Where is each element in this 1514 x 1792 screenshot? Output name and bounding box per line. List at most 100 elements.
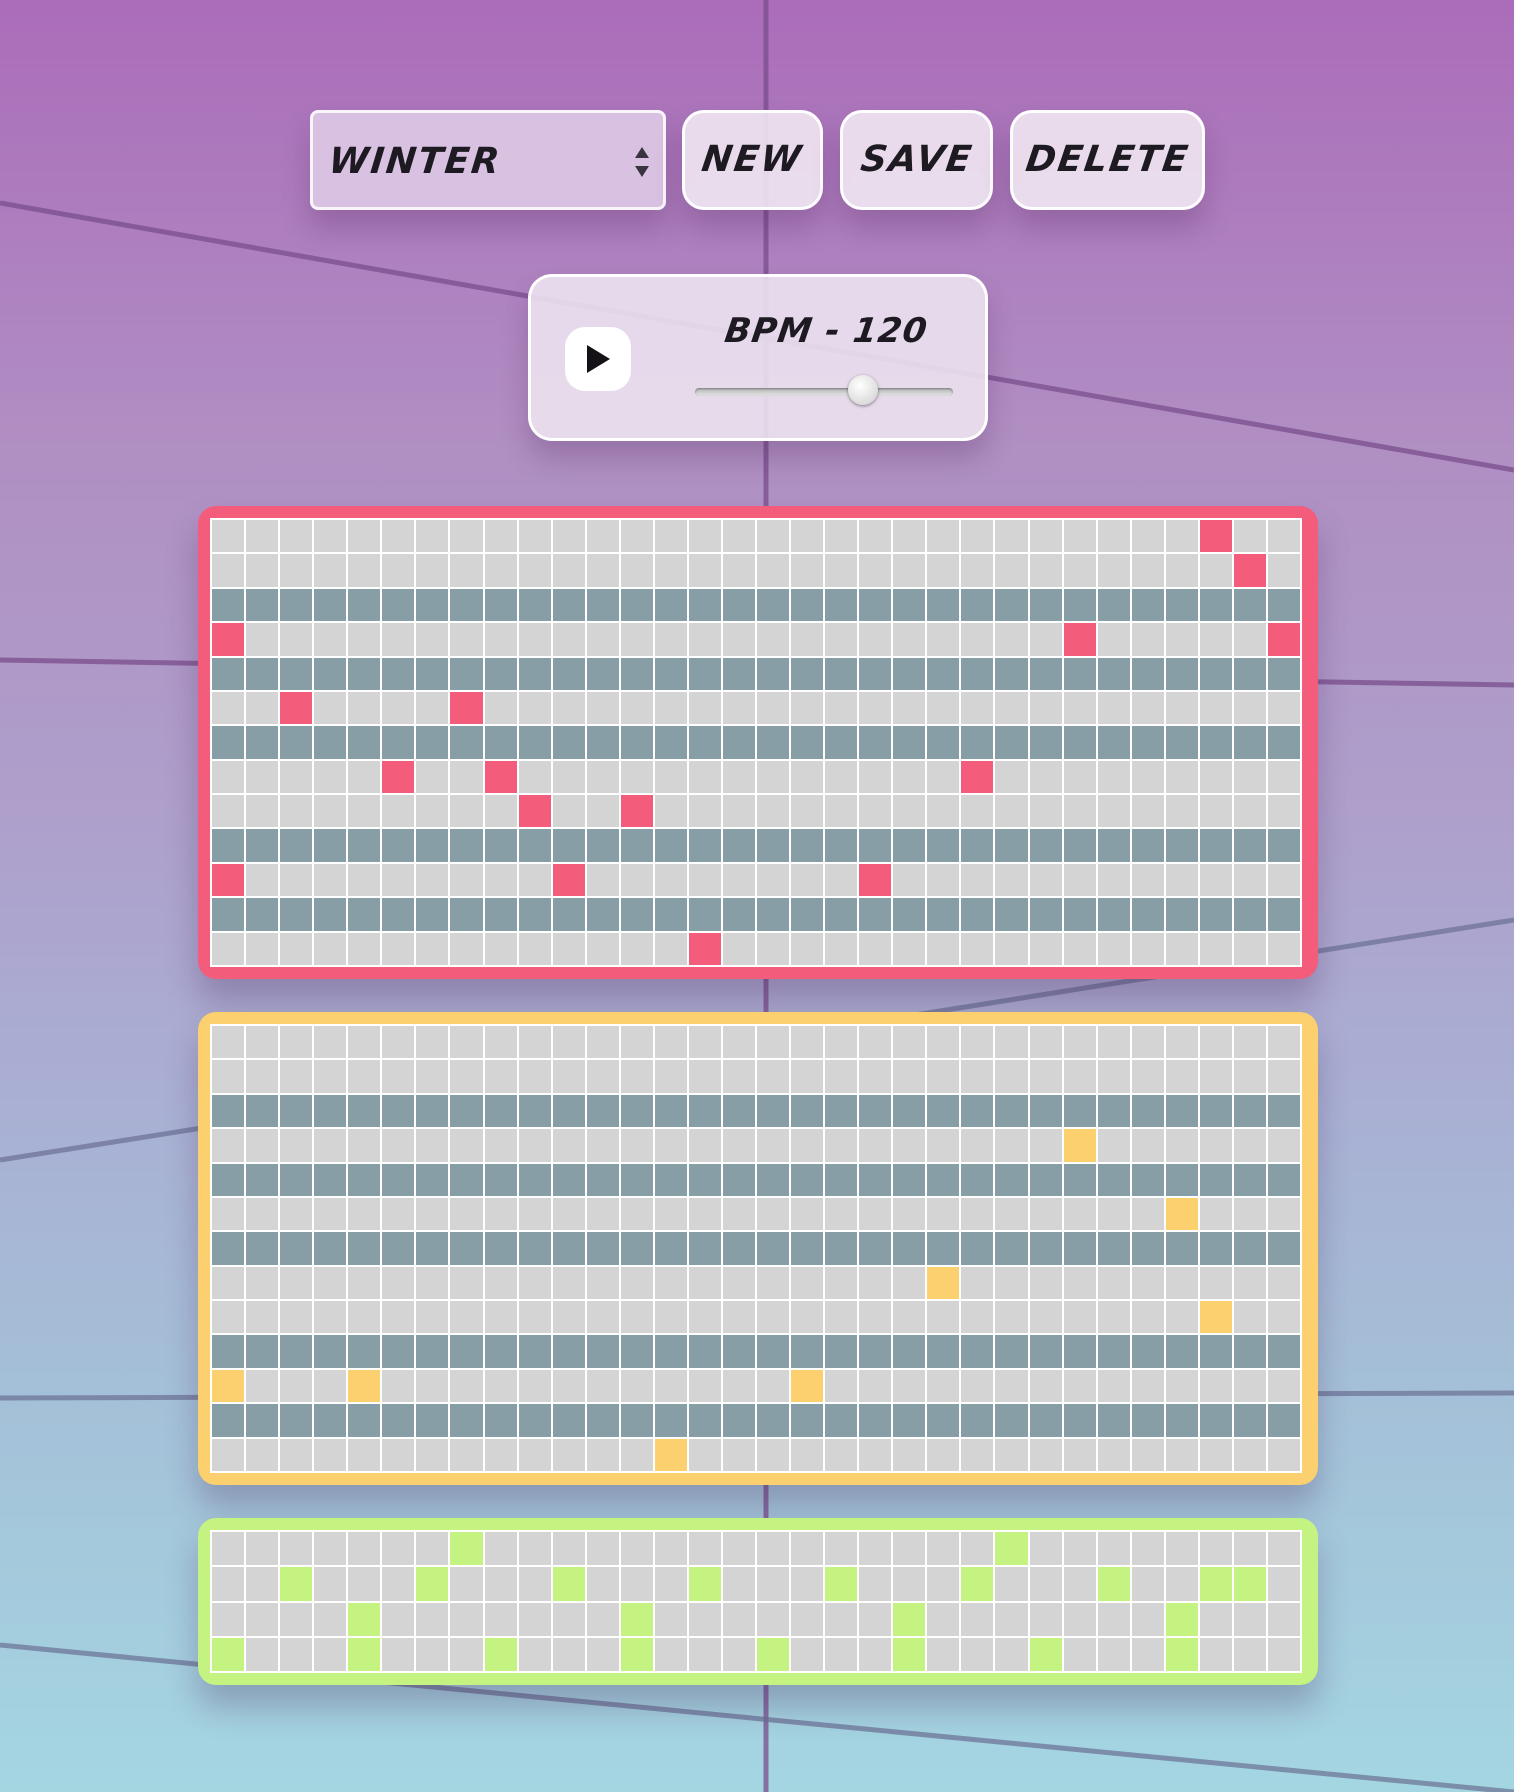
step-cell[interactable] — [382, 588, 415, 622]
step-cell[interactable] — [995, 932, 1028, 965]
step-cell[interactable] — [722, 1163, 755, 1196]
step-cell[interactable] — [382, 795, 415, 828]
step-cell[interactable] — [995, 760, 1028, 794]
step-cell[interactable] — [314, 691, 347, 725]
step-cell[interactable] — [688, 1129, 721, 1162]
step-cell[interactable] — [1029, 1026, 1062, 1059]
step-cell[interactable] — [1233, 1301, 1266, 1334]
step-cell[interactable] — [791, 1404, 824, 1437]
step-cell[interactable] — [1267, 1197, 1300, 1231]
step-cell[interactable] — [654, 1567, 687, 1601]
step-cell[interactable] — [825, 1301, 858, 1334]
step-cell[interactable] — [314, 588, 347, 622]
step-cell[interactable] — [961, 588, 994, 622]
step-cell[interactable] — [586, 1532, 619, 1566]
step-cell[interactable] — [961, 1335, 994, 1368]
step-cell[interactable] — [620, 1163, 653, 1196]
step-cell[interactable] — [1097, 1026, 1130, 1059]
step-cell[interactable] — [552, 898, 585, 931]
step-cell[interactable] — [654, 1232, 687, 1265]
step-cell[interactable] — [382, 1026, 415, 1059]
step-cell[interactable] — [1029, 1060, 1062, 1093]
step-cell[interactable] — [961, 726, 994, 759]
step-cell[interactable] — [927, 1602, 960, 1636]
step-cell[interactable] — [961, 1197, 994, 1231]
step-cell[interactable] — [586, 657, 619, 690]
step-cell[interactable] — [1097, 623, 1130, 656]
tempo-slider-thumb[interactable] — [847, 375, 878, 405]
step-cell[interactable] — [859, 1232, 892, 1265]
step-cell[interactable] — [348, 1197, 381, 1231]
step-cell[interactable] — [859, 1404, 892, 1437]
step-cell[interactable] — [518, 1637, 551, 1671]
step-cell[interactable] — [825, 726, 858, 759]
step-cell[interactable] — [927, 1335, 960, 1368]
step-cell[interactable] — [1063, 520, 1096, 553]
step-cell[interactable] — [1165, 726, 1198, 759]
step-cell[interactable] — [1029, 1567, 1062, 1601]
step-cell[interactable] — [1233, 829, 1266, 862]
step-cell[interactable] — [246, 760, 279, 794]
step-cell[interactable] — [450, 898, 483, 931]
step-cell-active[interactable] — [1063, 1129, 1096, 1162]
step-cell[interactable] — [1097, 1163, 1130, 1196]
step-cell[interactable] — [620, 863, 653, 897]
step-cell[interactable] — [927, 1301, 960, 1334]
step-cell[interactable] — [825, 1637, 858, 1671]
step-cell[interactable] — [1267, 932, 1300, 965]
step-cell-active[interactable] — [825, 1567, 858, 1601]
step-cell[interactable] — [1267, 1232, 1300, 1265]
step-cell[interactable] — [1165, 898, 1198, 931]
step-cell[interactable] — [1063, 1637, 1096, 1671]
step-cell[interactable] — [416, 863, 449, 897]
step-cell[interactable] — [995, 1301, 1028, 1334]
step-cell[interactable] — [450, 657, 483, 690]
step-cell[interactable] — [416, 1532, 449, 1566]
step-cell[interactable] — [654, 1266, 687, 1300]
step-cell[interactable] — [586, 795, 619, 828]
step-cell[interactable] — [518, 1026, 551, 1059]
step-cell[interactable] — [1267, 863, 1300, 897]
step-cell[interactable] — [757, 1369, 790, 1403]
step-cell[interactable] — [552, 1094, 585, 1128]
step-cell[interactable] — [246, 829, 279, 862]
step-cell[interactable] — [1131, 1197, 1164, 1231]
step-cell[interactable] — [927, 1197, 960, 1231]
step-cell[interactable] — [416, 795, 449, 828]
step-cell[interactable] — [280, 554, 313, 587]
step-cell[interactable] — [961, 1637, 994, 1671]
step-cell[interactable] — [552, 1163, 585, 1196]
step-cell[interactable] — [722, 1637, 755, 1671]
step-cell[interactable] — [1267, 1094, 1300, 1128]
step-cell[interactable] — [893, 1163, 926, 1196]
step-cell[interactable] — [757, 829, 790, 862]
step-cell[interactable] — [757, 795, 790, 828]
step-cell[interactable] — [825, 1602, 858, 1636]
step-cell[interactable] — [1233, 1602, 1266, 1636]
step-cell-active[interactable] — [893, 1637, 926, 1671]
step-cell[interactable] — [757, 1404, 790, 1437]
step-cell[interactable] — [1029, 1301, 1062, 1334]
step-cell[interactable] — [1165, 1232, 1198, 1265]
step-cell[interactable] — [212, 554, 245, 587]
step-cell[interactable] — [688, 623, 721, 656]
step-cell[interactable] — [995, 1163, 1028, 1196]
step-cell[interactable] — [1097, 657, 1130, 690]
step-cell[interactable] — [961, 1438, 994, 1471]
step-cell[interactable] — [995, 795, 1028, 828]
step-cell[interactable] — [484, 1232, 517, 1265]
step-cell[interactable] — [518, 1404, 551, 1437]
step-cell[interactable] — [791, 657, 824, 690]
step-cell[interactable] — [416, 1335, 449, 1368]
step-cell[interactable] — [450, 623, 483, 656]
step-cell[interactable] — [1267, 1301, 1300, 1334]
step-cell[interactable] — [859, 1637, 892, 1671]
step-cell[interactable] — [654, 1404, 687, 1437]
step-cell[interactable] — [791, 1301, 824, 1334]
step-cell[interactable] — [314, 795, 347, 828]
step-cell[interactable] — [893, 1438, 926, 1471]
step-cell[interactable] — [314, 1369, 347, 1403]
step-cell[interactable] — [314, 1404, 347, 1437]
step-cell[interactable] — [1097, 932, 1130, 965]
step-cell[interactable] — [518, 1163, 551, 1196]
